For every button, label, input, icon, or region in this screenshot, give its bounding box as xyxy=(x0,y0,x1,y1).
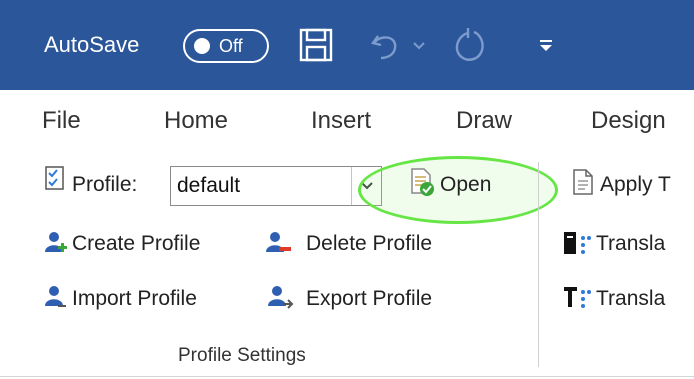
title-bar: AutoSave Off xyxy=(0,0,694,90)
delete-profile-button[interactable]: Delete Profile xyxy=(306,232,432,256)
translate-document-icon xyxy=(564,232,591,254)
tab-design[interactable]: Design xyxy=(591,107,666,135)
undo-icon[interactable] xyxy=(369,28,403,62)
undo-dropdown-icon[interactable] xyxy=(411,38,427,52)
create-profile-icon xyxy=(45,232,67,252)
open-button[interactable]: Open xyxy=(440,173,491,197)
translate-button-1[interactable]: Transla xyxy=(596,232,665,256)
redo-icon[interactable] xyxy=(452,26,488,64)
autosave-state: Off xyxy=(219,36,243,56)
translate-text-icon xyxy=(564,287,591,308)
document-icon xyxy=(573,169,593,195)
tab-draw[interactable]: Draw xyxy=(456,107,512,135)
customize-qat-icon[interactable] xyxy=(537,36,555,54)
export-profile-icon xyxy=(268,286,294,309)
profile-value: default xyxy=(177,174,241,197)
import-profile-icon xyxy=(45,286,66,307)
profile-label: Profile: xyxy=(72,173,138,196)
autosave-toggle[interactable]: Off xyxy=(183,29,269,63)
translate-button-2[interactable]: Transla xyxy=(596,287,665,311)
tab-insert[interactable]: Insert xyxy=(311,107,371,135)
export-profile-button[interactable]: Export Profile xyxy=(306,287,432,311)
group-separator xyxy=(538,162,539,367)
checklist-icon xyxy=(45,166,64,190)
ribbon-bottom-border xyxy=(0,376,694,377)
tab-home[interactable]: Home xyxy=(164,107,228,135)
toggle-knob xyxy=(194,38,210,54)
tab-file[interactable]: File xyxy=(42,107,81,135)
profile-dropdown[interactable]: default xyxy=(170,166,382,206)
delete-profile-icon xyxy=(266,232,291,252)
open-file-check-icon xyxy=(411,168,434,196)
import-profile-button[interactable]: Import Profile xyxy=(72,287,197,311)
create-profile-button[interactable]: Create Profile xyxy=(72,232,200,256)
apply-button[interactable]: Apply T xyxy=(600,173,671,197)
save-icon[interactable] xyxy=(298,27,334,63)
group-label-profile-settings: Profile Settings xyxy=(178,345,306,366)
autosave-label: AutoSave xyxy=(44,32,140,57)
